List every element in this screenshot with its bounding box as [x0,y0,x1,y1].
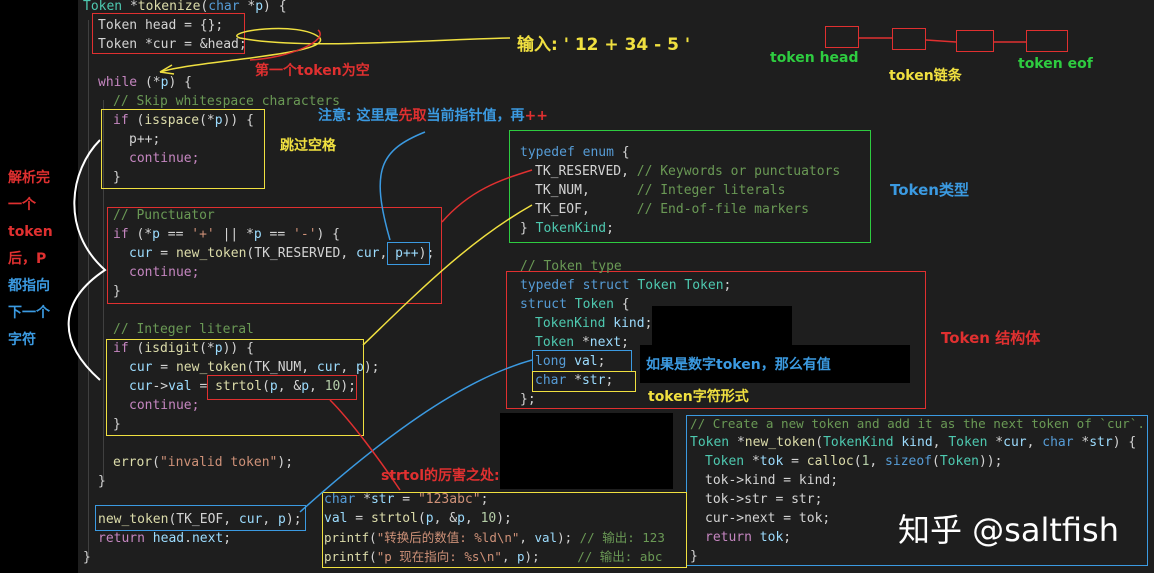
token-eof-label: token eof [1018,56,1093,72]
left-note-line: 下一个 [8,305,50,321]
annotation-arrows [67,27,1026,513]
token-struct-label: Token 结构体 [941,329,1041,347]
str-form-annotation: token字符形式 [648,389,749,405]
token-head-label: token head [770,50,859,66]
strtol-power-annotation: strtol的厉害之处: [381,468,500,484]
left-note-line: 一个 [8,197,36,213]
token-chain-label: token链条 [889,68,962,84]
first-token-annotation: 第一个token为空 [255,63,370,79]
left-note-line: token [8,224,53,240]
skip-space-annotation: 跳过空格 [280,138,336,154]
num-val-annotation: 如果是数字token，那么有值 [646,357,831,373]
note-p-annotation: 注意: 这里是先取当前指针值，再++ [318,108,548,124]
watermark: 知乎 @saltfish [898,511,1120,549]
left-note-line: 都指向 [8,278,50,294]
input-annotation: 输入: ' 12 + 34 - 5 ' [517,35,691,55]
left-note-line: 后，P [8,246,53,273]
left-note-line: 解析完 [8,170,50,186]
left-note-text: 后，P [8,251,47,267]
left-note-line: 字符 [8,332,36,348]
token-type-label: Token类型 [890,181,969,199]
left-note: 解析完 一个 token 后，P 都指向 下一个 字符 [8,165,53,354]
